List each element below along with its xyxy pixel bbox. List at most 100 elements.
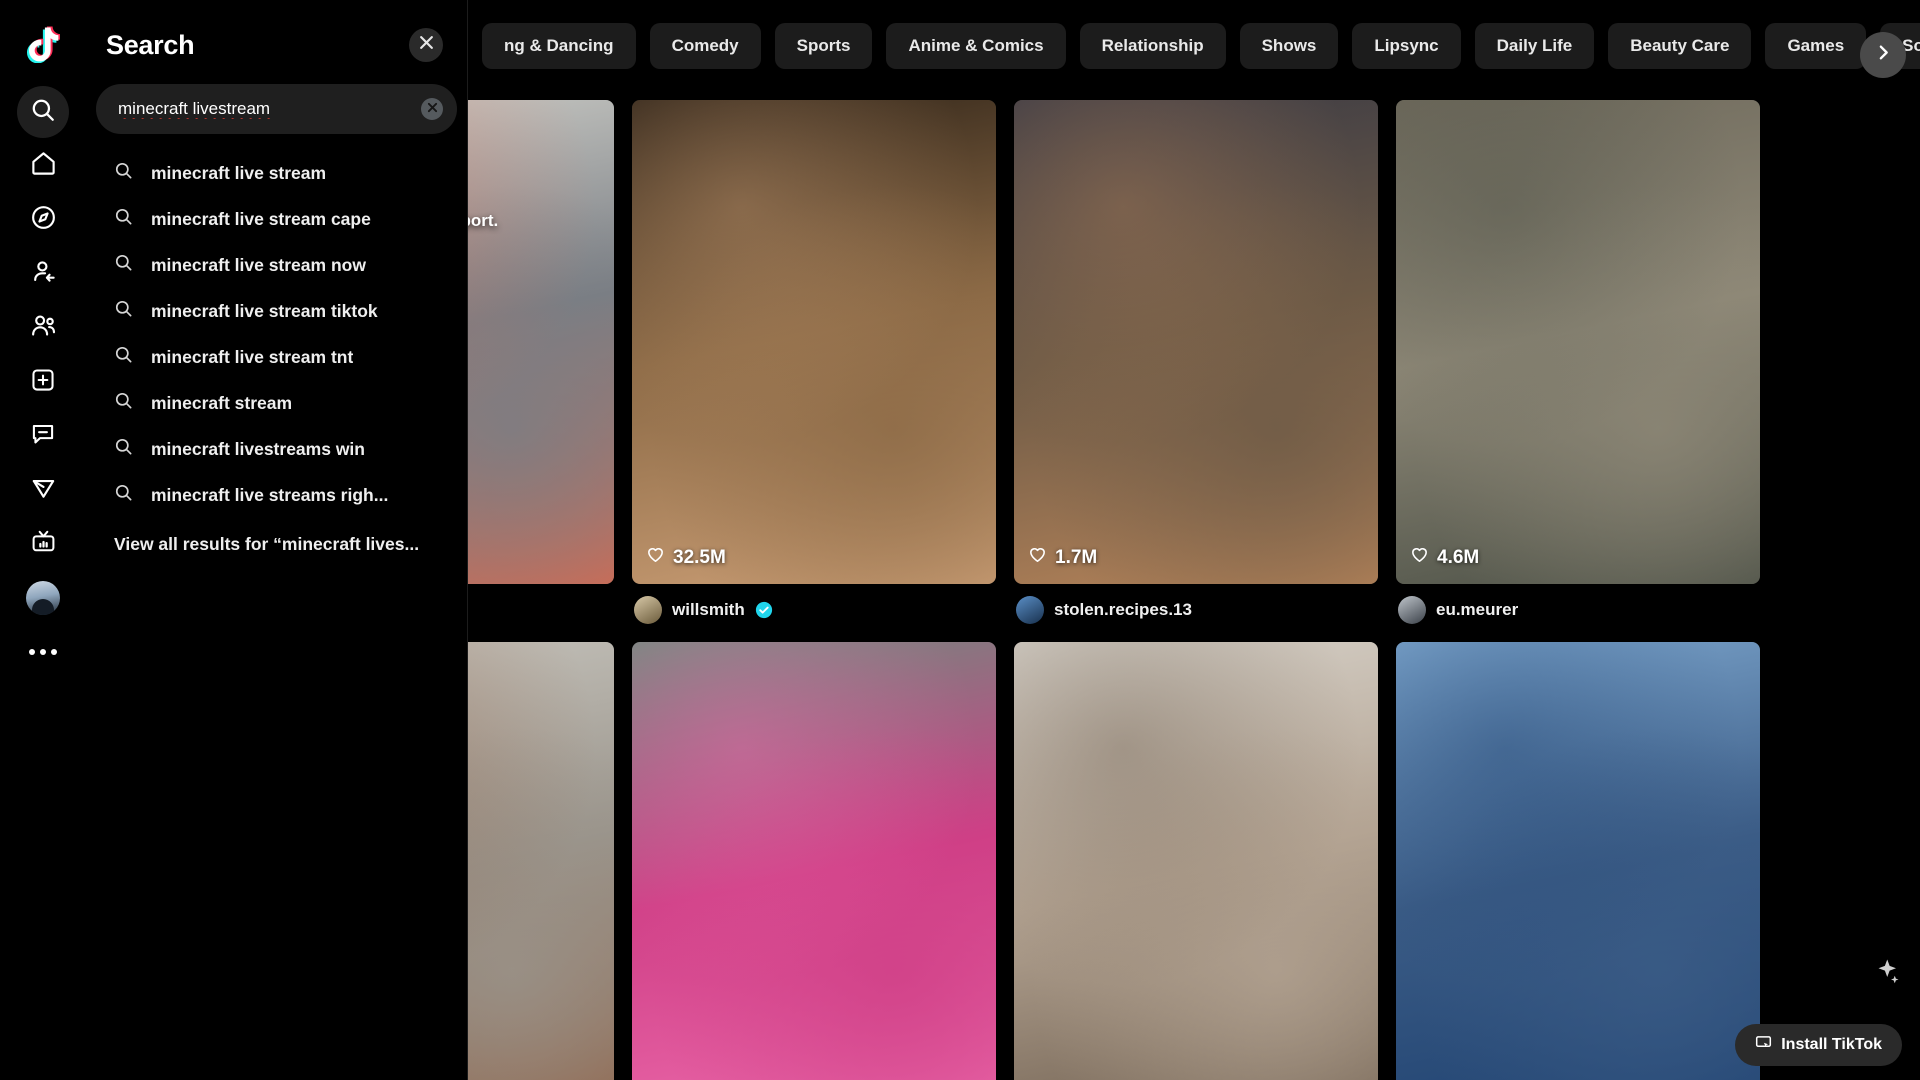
search-suggestion-item[interactable]: minecraft livestreams win [86,426,467,472]
search-suggestion-item[interactable]: minecraft live streams righ... [86,472,467,518]
video-thumbnail-image [1014,642,1378,1080]
clear-search-button[interactable] [421,98,443,120]
category-next-button[interactable] [1860,32,1906,78]
search-box[interactable] [96,84,457,134]
like-count-value: 32.5M [673,546,726,568]
author-avatar [1016,596,1044,624]
video-card[interactable] [1396,642,1760,1080]
category-chip[interactable]: Beauty Care [1608,23,1752,69]
message-icon [30,421,56,452]
like-count-value: 4.6M [1437,546,1480,568]
search-suggestion-item[interactable]: minecraft live stream [86,150,467,196]
video-author-row[interactable]: stolen.recipes.13 [1014,584,1378,624]
category-chip[interactable]: Relationship [1079,23,1226,69]
live-tv-icon [30,528,57,560]
search-suggestion-label: minecraft live stream cape [151,208,371,229]
video-row: gnostic est tombé [468,642,1920,1080]
video-thumbnail-image [468,642,614,1080]
view-all-results-link[interactable]: View all results for “minecraft lives... [86,518,467,565]
heart-icon [1410,545,1429,570]
search-suggestion-label: minecraft stream [151,392,293,413]
video-author-row[interactable]: dibe [468,584,614,624]
video-thumbnail[interactable]: gnostic est tombé [468,642,614,1080]
paper-plane-icon [30,474,57,506]
install-tiktok-button[interactable]: Install TikTok [1735,1024,1902,1066]
video-card[interactable] [1014,642,1378,1080]
search-suggestion-label: minecraft live stream now [151,254,366,275]
video-author-row[interactable]: willsmith [632,584,996,624]
search-icon [114,207,133,231]
search-suggestion-item[interactable]: minecraft live stream tiktok [86,288,467,334]
sidebar-item-for-you[interactable] [17,140,69,192]
like-count: 1.7M [1028,545,1097,570]
video-card[interactable] [632,642,996,1080]
search-icon [30,97,56,128]
search-icon [114,437,133,461]
heart-icon [1028,545,1047,570]
sidebar-item-upload[interactable] [17,356,69,408]
video-card[interactable]: 4.6M eu.meurer [1396,100,1760,624]
install-icon [1755,1034,1772,1056]
like-count: 4.6M [1410,545,1479,570]
video-author-row[interactable]: eu.meurer [1396,584,1760,624]
video-thumbnail[interactable] [632,642,996,1080]
sidebar-item-explore[interactable] [17,194,69,246]
video-thumbnail-image [632,642,996,1080]
search-suggestion-label: minecraft live stream [151,162,327,183]
author-name: eu.meurer [1436,600,1519,619]
search-icon [114,299,133,323]
video-card[interactable]: 32.5M willsmith [632,100,996,624]
video-card[interactable]: gnostic est tombé [468,642,614,1080]
like-count: 32.5M [646,545,726,570]
sidebar-item-following[interactable] [17,248,69,300]
close-panel-button[interactable] [409,28,443,62]
search-icon [114,345,133,369]
category-chip[interactable]: ng & Dancing [482,23,636,69]
clear-icon [427,100,438,118]
category-chip[interactable]: Sports [774,23,873,69]
video-thumbnail[interactable]: Bref. oulu reprendre le sport. [468,100,614,584]
video-thumbnail[interactable]: 1.7M [1014,100,1378,584]
tiktok-logo-icon[interactable] [17,18,69,70]
video-card[interactable]: 1.7M stolen.recipes.13 [1014,100,1378,624]
video-thumbnail[interactable]: 4.6M [1396,100,1760,584]
category-tab-bar: ng & Dancing Comedy Sports Anime & Comics Re… [468,0,1920,92]
video-thumbnail[interactable] [1014,642,1378,1080]
video-overlay-caption: Bref. oulu reprendre le sport. [468,211,499,230]
search-input[interactable] [118,99,421,119]
left-nav-rail [0,0,86,1080]
category-chip[interactable]: Comedy [649,23,761,69]
page-title: Search [106,29,195,60]
search-icon [114,391,133,415]
search-suggestion-label: minecraft live streams righ... [151,484,389,505]
sidebar-item-live[interactable] [17,518,69,570]
video-card[interactable]: Bref. oulu reprendre le sport. dibe [468,100,614,624]
category-chip[interactable]: Games [1765,23,1867,69]
sidebar-item-search[interactable] [17,86,69,138]
sparkle-button[interactable] [1866,954,1906,994]
author-avatar [634,596,662,624]
search-suggestion-item[interactable]: minecraft live stream tnt [86,334,467,380]
sidebar-item-more[interactable] [17,626,69,678]
category-chip[interactable]: Anime & Comics [886,23,1066,69]
heart-icon [646,545,665,570]
sidebar-item-activity[interactable] [17,464,69,516]
video-thumbnail[interactable] [1396,642,1760,1080]
video-thumbnail[interactable]: 32.5M [632,100,996,584]
sidebar-item-friends[interactable] [17,302,69,354]
category-chip[interactable]: Shows [1239,23,1339,69]
video-results-grid: Bref. oulu reprendre le sport. dibe 32.5M w… [468,100,1920,1080]
search-suggestion-item[interactable]: minecraft live stream cape [86,196,467,242]
category-chip[interactable]: Lipsync [1352,23,1461,69]
compass-icon [30,204,57,236]
video-thumbnail-image [1014,100,1378,584]
plus-square-icon [30,367,56,398]
search-suggestion-item[interactable]: minecraft stream [86,380,467,426]
video-thumbnail-image [632,100,996,584]
search-suggestion-item[interactable]: minecraft live stream now [86,242,467,288]
sidebar-item-profile[interactable] [17,572,69,624]
author-name: willsmith [672,600,745,619]
search-panel: Search minecraft livestream minecraft li… [86,0,468,1080]
category-chip[interactable]: Daily Life [1474,23,1595,69]
sidebar-item-messages[interactable] [17,410,69,462]
